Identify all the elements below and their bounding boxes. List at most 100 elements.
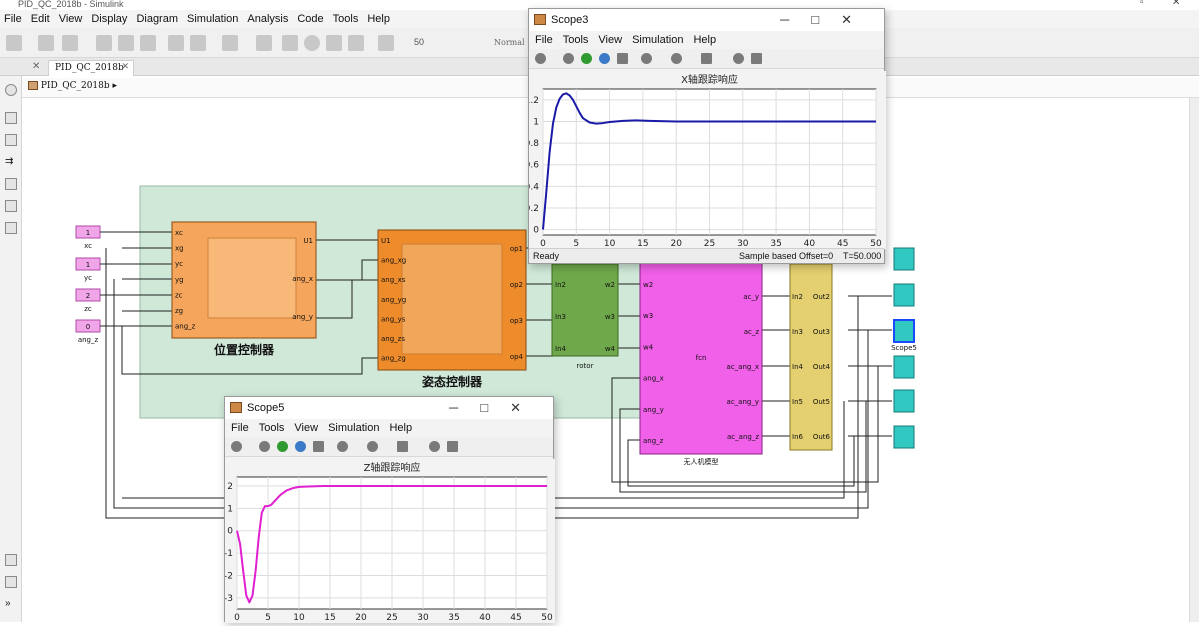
zoom-icon[interactable] [671, 53, 682, 64]
window-controls[interactable]: ─□✕ [780, 12, 874, 28]
zoom-icon[interactable] [367, 441, 378, 452]
stop-icon[interactable] [617, 53, 628, 64]
main-menu-simulation[interactable]: Simulation [187, 13, 238, 25]
image-icon[interactable] [5, 200, 17, 212]
step-forward-icon[interactable] [295, 441, 306, 452]
tab-model[interactable]: PID_QC_2018b ✕ [48, 60, 134, 76]
scope5-menu-help[interactable]: Help [389, 422, 412, 434]
triggers-icon[interactable] [429, 441, 440, 452]
scope5-plot[interactable]: Z轴跟踪响应05101520253035404550-3-2-1012 [224, 459, 555, 623]
scope-block-5[interactable] [893, 389, 915, 413]
run-icon[interactable] [304, 35, 320, 51]
scope3-menu-file[interactable]: File [535, 34, 553, 46]
cursor-icon[interactable] [447, 441, 458, 452]
autoscale-icon[interactable] [701, 53, 712, 64]
scope5-menu-file[interactable]: File [231, 422, 249, 434]
stop-icon[interactable] [348, 35, 364, 51]
triggers-icon[interactable] [733, 53, 744, 64]
step-back-icon[interactable] [259, 441, 270, 452]
scope-block-6[interactable] [893, 425, 915, 449]
data-inspector-icon[interactable] [378, 35, 394, 51]
scope3-plot[interactable]: X轴跟踪响应0510152025303540455000.20.40.60.81… [525, 71, 886, 249]
tab-label: PID_QC_2018b [55, 63, 124, 73]
main-menu-edit[interactable]: Edit [31, 13, 50, 25]
stop-time-field[interactable]: 50 [414, 37, 424, 47]
scope3-title-bar[interactable]: Scope3 ─□✕ [529, 9, 884, 31]
model-browser-icon[interactable] [5, 84, 17, 96]
main-menu-view[interactable]: View [59, 13, 83, 25]
run-icon[interactable] [277, 441, 288, 452]
zoom-icon[interactable] [5, 112, 17, 124]
highlight-icon[interactable] [337, 441, 348, 452]
grid-icon[interactable] [222, 35, 238, 51]
area-icon[interactable] [5, 222, 17, 234]
scope3-menu-help[interactable]: Help [693, 34, 716, 46]
scope5-title-bar[interactable]: Scope5 ─□✕ [225, 397, 553, 419]
main-menu-file[interactable]: File [4, 13, 22, 25]
fit-view-icon[interactable] [5, 134, 17, 146]
demux-out-port-label: Out3 [813, 328, 830, 336]
settings-icon[interactable] [535, 53, 546, 64]
sim-mode-select[interactable]: Normal [494, 38, 525, 47]
layers-icon[interactable] [5, 576, 17, 588]
highlight-icon[interactable] [641, 53, 652, 64]
stop-icon[interactable] [313, 441, 324, 452]
att-in-port-label: ang_zs [381, 335, 405, 343]
scope3-window[interactable]: Scope3 ─□✕ File Tools View Simulation Help X… [525, 8, 886, 264]
annotation-icon[interactable] [5, 178, 17, 190]
step-forward-icon[interactable] [326, 35, 342, 51]
vertical-scrollbar[interactable] [1189, 98, 1199, 622]
step-icon[interactable] [282, 35, 298, 51]
arrow-icon[interactable]: ⇉ [5, 156, 17, 168]
close-icon[interactable]: ✕ [1172, 0, 1180, 8]
scope-block-2[interactable] [893, 283, 915, 307]
chart-title: Z轴跟踪响应 [364, 461, 421, 474]
rotor-block[interactable] [551, 263, 619, 357]
chart-x-response: X轴跟踪响应0510152025303540455000.20.40.60.81… [525, 73, 882, 249]
scope-block-3[interactable] [893, 319, 915, 343]
breadcrumb-label[interactable]: PID_QC_2018b [41, 81, 110, 91]
scope3-menu-simulation[interactable]: Simulation [632, 34, 683, 46]
scope5-window[interactable]: Scope5 ─□✕ File Tools View Simulation Help Z… [224, 396, 555, 623]
scope-block-4[interactable] [893, 355, 915, 379]
close-icon[interactable]: ✕ [121, 62, 129, 72]
expand-icon[interactable]: » [5, 598, 17, 610]
main-menu-help[interactable]: Help [367, 13, 390, 25]
scope5-menu-simulation[interactable]: Simulation [328, 422, 379, 434]
settings-icon[interactable] [231, 441, 242, 452]
scope3-menu-view[interactable]: View [598, 34, 622, 46]
main-menu-tools[interactable]: Tools [333, 13, 359, 25]
new-model-icon[interactable] [6, 35, 22, 51]
output-block[interactable] [789, 263, 833, 451]
step-forward-icon[interactable] [599, 53, 610, 64]
autoscale-icon[interactable] [397, 441, 408, 452]
scope5-menu-tools[interactable]: Tools [259, 422, 285, 434]
scope-block-1[interactable] [893, 247, 915, 271]
window-controls[interactable]: ─□✕ [449, 400, 543, 416]
back-icon[interactable] [96, 35, 112, 51]
main-menu-code[interactable]: Code [297, 13, 323, 25]
const-zc-value: 2 [86, 292, 90, 300]
step-back-icon[interactable] [256, 35, 272, 51]
main-menu-diagram[interactable]: Diagram [136, 13, 178, 25]
library-icon[interactable] [168, 35, 184, 51]
chart-title: X轴跟踪响应 [681, 73, 738, 86]
open-icon[interactable] [38, 35, 54, 51]
run-icon[interactable] [581, 53, 592, 64]
scope5-menu-view[interactable]: View [294, 422, 318, 434]
up-icon[interactable] [140, 35, 156, 51]
uav-model-label: 无人机模型 [684, 457, 719, 466]
main-menu-analysis[interactable]: Analysis [247, 13, 288, 25]
demux-out-port-label: Out5 [813, 398, 830, 406]
scope3-menu-tools[interactable]: Tools [563, 34, 589, 46]
forward-icon[interactable] [118, 35, 134, 51]
camera-icon[interactable] [5, 554, 17, 566]
cursor-icon[interactable] [751, 53, 762, 64]
save-icon[interactable] [62, 35, 78, 51]
close-tab-icon[interactable]: ✕ [32, 61, 40, 72]
settings-icon[interactable] [190, 35, 206, 51]
minimize-icon[interactable]: ▫ [1140, 0, 1144, 8]
main-menu-display[interactable]: Display [91, 13, 127, 25]
model-icon [28, 81, 38, 90]
step-back-icon[interactable] [563, 53, 574, 64]
